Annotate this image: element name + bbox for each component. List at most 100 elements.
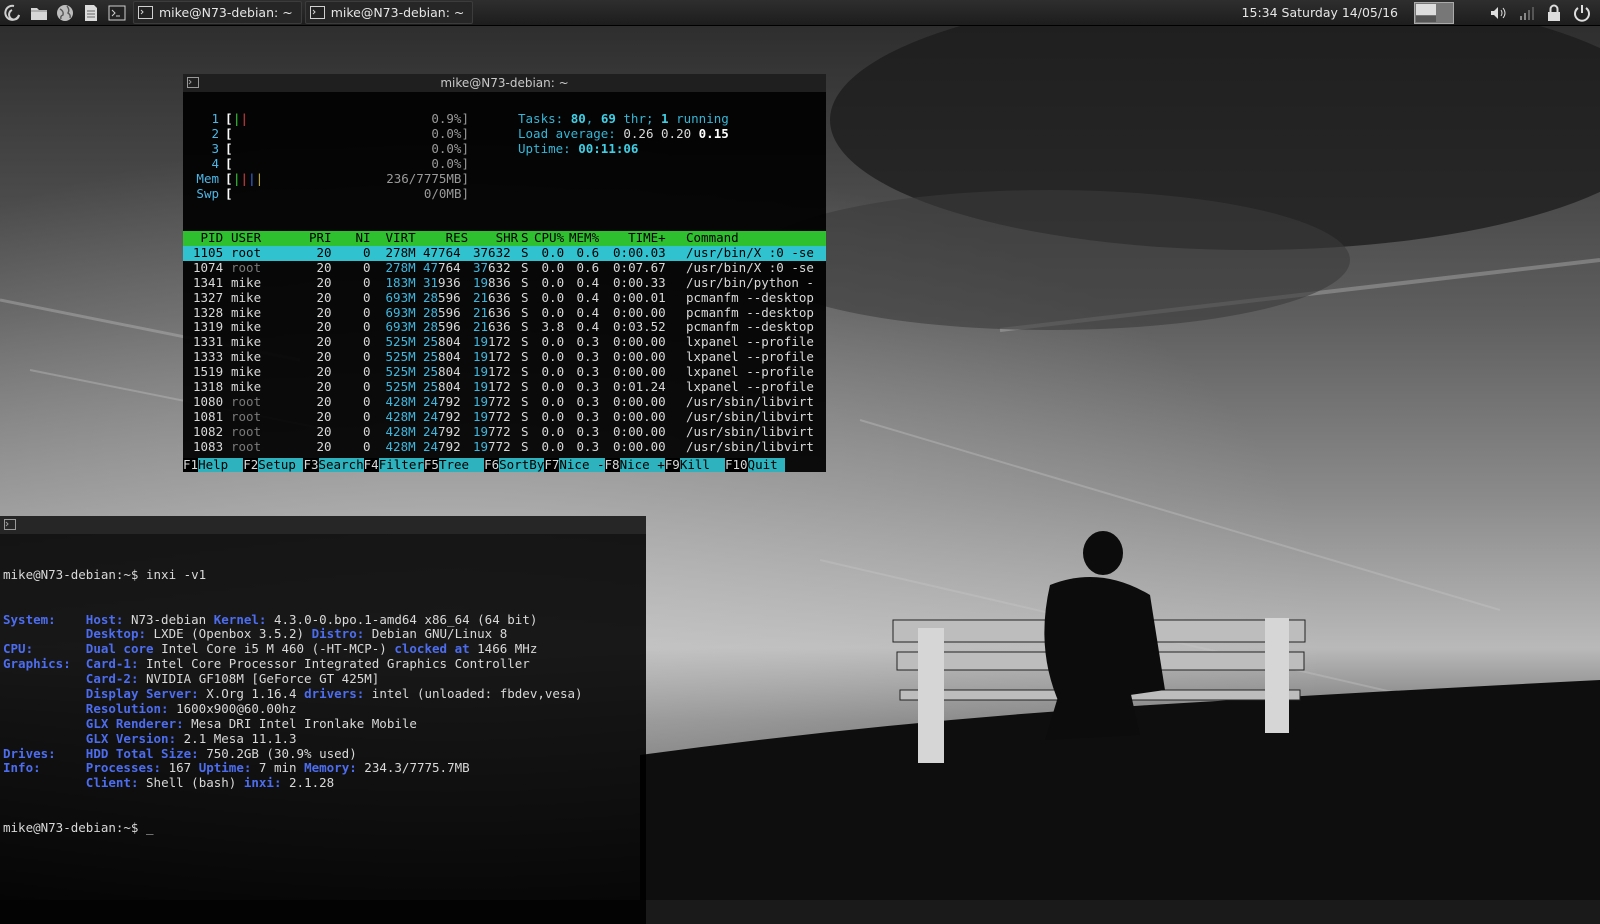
cell-pid: 1080 bbox=[193, 393, 224, 409]
column-header-s[interactable]: S bbox=[521, 230, 529, 246]
fkey-f4-button[interactable]: F4 Filter bbox=[363, 457, 424, 472]
cell-res_k: 24 bbox=[423, 438, 439, 454]
text-editor-launcher[interactable] bbox=[78, 0, 104, 25]
volume-button[interactable] bbox=[1488, 0, 1508, 25]
fkey-f3-button[interactable]: F3 Search bbox=[303, 457, 364, 472]
workspace-pager[interactable] bbox=[1414, 0, 1454, 25]
cell-shr: 632 bbox=[488, 259, 511, 275]
terminal-launcher[interactable] bbox=[104, 0, 130, 25]
column-header-shr[interactable]: SHR bbox=[473, 230, 519, 246]
column-header-user[interactable]: USER bbox=[231, 230, 291, 246]
lock-screen-button[interactable] bbox=[1544, 0, 1564, 25]
taskbar-button-terminal-1[interactable]: mike@N73-debian: ~ bbox=[133, 1, 302, 24]
inxi-key: GLX Renderer: bbox=[85, 715, 192, 731]
web-browser-launcher[interactable] bbox=[52, 0, 78, 25]
fkey-f2-button[interactable]: F2 Setup bbox=[243, 457, 304, 472]
cell-s: S bbox=[521, 334, 529, 350]
window-title: mike@N73-debian: ~ bbox=[440, 76, 569, 90]
inxi-key: HDD Total Size: bbox=[85, 745, 207, 761]
cell-time: 0:00.00 bbox=[613, 364, 666, 380]
fkey-label: Quit bbox=[747, 457, 786, 472]
cell-res: 764 bbox=[438, 244, 461, 260]
cell-res: 792 bbox=[438, 438, 461, 454]
cell-cmd: /usr/sbin/libvirt bbox=[686, 393, 814, 409]
cell-pri: 20 bbox=[316, 393, 332, 409]
fkey-f8-button[interactable]: F8 Nice + bbox=[604, 457, 665, 472]
process-row[interactable]: 1333 mike 20 0 525M 25 804 19 172 S 0.0 0.3 0:00.00 l… bbox=[183, 349, 826, 365]
fkey-f10-button[interactable]: F10 Quit bbox=[724, 457, 786, 472]
network-button[interactable] bbox=[1516, 0, 1536, 25]
htop-screen[interactable]: 1[|| 0.9%] 2[0.0%] 3[0.0%] 4[0.0%] Mem[|||| 23… bbox=[183, 92, 826, 472]
cell-pid: 1105 bbox=[193, 244, 224, 260]
shell-prompt[interactable]: mike@N73-debian:~$ _ bbox=[3, 820, 646, 836]
fkey-f7-button[interactable]: F7 Nice - bbox=[544, 457, 605, 472]
cell-virt: 183M bbox=[385, 274, 416, 290]
cell-shr_k: 21 bbox=[473, 304, 489, 320]
column-header-cpu[interactable]: CPU% bbox=[534, 230, 564, 246]
column-header-pri[interactable]: PRI bbox=[309, 230, 332, 246]
menu-button[interactable] bbox=[0, 0, 26, 25]
cell-cmd: lxpanel --profile bbox=[686, 334, 814, 350]
process-row[interactable]: 1328 mike 20 0 693M 28 596 21 636 S 0.0 0.4 0:00.00 p… bbox=[183, 304, 826, 321]
inxi-line: GLX Version: 2.1 Mesa 11.1.3 bbox=[3, 731, 646, 747]
inxi-key: Uptime: bbox=[198, 760, 259, 776]
column-header-time[interactable]: TIME+ bbox=[613, 230, 666, 246]
htop-terminal-window[interactable]: mike@N73-debian: ~ 1[|| 0.9%] 2[0.0%] 3[0.0… bbox=[183, 74, 826, 472]
cell-pri: 20 bbox=[316, 349, 332, 365]
fkey-f6-button[interactable]: F6 SortBy bbox=[484, 457, 545, 472]
window-titlebar[interactable]: mike@N73-debian: ~ bbox=[183, 74, 826, 92]
meter-value: 0.0%] bbox=[431, 140, 469, 156]
cell-ni: 0 bbox=[363, 379, 371, 394]
file-manager-launcher[interactable] bbox=[26, 0, 52, 25]
column-header-pid[interactable]: PID bbox=[193, 230, 224, 246]
process-row[interactable]: 1105 root 20 0 278M 47 764 37 632 S 0.0 0.6 0:00.03 /… bbox=[183, 244, 826, 261]
process-row[interactable]: 1318 mike 20 0 525M 25 804 19 172 S 0.0 0.3 0:01.24 l… bbox=[183, 379, 826, 395]
meter-value: 236/7775MB] bbox=[386, 170, 469, 186]
column-header-res[interactable]: RES bbox=[423, 230, 469, 246]
inxi-screen[interactable]: mike@N73-debian:~$ inxi -v1 System: Host… bbox=[0, 534, 646, 924]
taskbar-button-terminal-2[interactable]: mike@N73-debian: ~ bbox=[304, 1, 474, 24]
cell-mem: 0.4 bbox=[576, 289, 600, 305]
fkey-f5-button[interactable]: F5 Tree bbox=[423, 457, 485, 472]
cell-user: root bbox=[231, 438, 262, 454]
fkey-f9-button[interactable]: F9 Kill bbox=[664, 457, 725, 472]
process-row[interactable]: 1327 mike 20 0 693M 28 596 21 636 S 0.0 0.4 0:00.01 p… bbox=[183, 289, 826, 306]
window-titlebar[interactable] bbox=[0, 516, 646, 534]
inxi-terminal-window[interactable]: mike@N73-debian:~$ inxi -v1 System: Host… bbox=[0, 516, 646, 924]
cell-time: 0:00.01 bbox=[613, 289, 666, 305]
process-row[interactable]: 1080 root 20 0 428M 24 792 19 772 S 0.0 0.3 0:00.00 /… bbox=[183, 393, 826, 410]
cell-pid: 1083 bbox=[193, 438, 224, 454]
inxi-line: CPU: Dual core Intel Core i5 M 460 (-HT-… bbox=[3, 641, 646, 657]
cell-user: mike bbox=[231, 349, 262, 365]
process-row[interactable]: 1083 root 20 0 428M 24 792 19 772 S 0.0 0.3 0:00.00 /… bbox=[183, 438, 826, 455]
process-row[interactable]: 1082 root 20 0 428M 24 792 19 772 S 0.0 0.3 0:00.00 /… bbox=[183, 424, 826, 440]
meter-label: 4 bbox=[211, 155, 219, 171]
column-header-ni[interactable]: NI bbox=[348, 230, 371, 246]
process-row[interactable]: 1081 root 20 0 428M 24 792 19 772 S 0.0 0.3 0:00.00 /… bbox=[183, 408, 826, 425]
cell-pri: 20 bbox=[316, 319, 332, 335]
cell-ni: 0 bbox=[363, 349, 371, 365]
clock[interactable]: 15:34 Saturday 14/05/16 bbox=[1242, 5, 1398, 20]
column-header-cmd[interactable]: Command bbox=[686, 230, 822, 246]
cell-time: 0:01.24 bbox=[613, 379, 666, 394]
inxi-line: Resolution: 1600x900@60.00hz bbox=[3, 701, 646, 717]
cell-mem: 0.3 bbox=[576, 364, 600, 380]
cell-time: 0:03.52 bbox=[613, 319, 666, 335]
process-row[interactable]: 1519 mike 20 0 525M 25 804 19 172 S 0.0 0.3 0:00.00 l… bbox=[183, 364, 826, 380]
process-row[interactable]: 1331 mike 20 0 525M 25 804 19 172 S 0.0 0.3 0:00.00 l… bbox=[183, 334, 826, 350]
cell-s: S bbox=[521, 393, 529, 409]
cell-time: 0:00.03 bbox=[613, 244, 666, 260]
cell-user: root bbox=[231, 259, 262, 275]
process-row[interactable]: 1319 mike 20 0 693M 28 596 21 636 S 3.8 0.4 0:03.52 p… bbox=[183, 319, 826, 335]
process-table-header[interactable]: PID USER PRI NI VIRT RES SHR S CPU% MEM% TIME+ Comm… bbox=[183, 230, 826, 246]
process-row[interactable]: 1074 root 20 0 278M 47 764 37 632 S 0.0 0.6 0:07.67 /… bbox=[183, 259, 826, 276]
logout-button[interactable] bbox=[1572, 0, 1592, 25]
fkey-f1-button[interactable]: F1 Help bbox=[183, 457, 244, 472]
cell-cpu: 0.0 bbox=[541, 408, 565, 424]
process-row[interactable]: 1341 mike 20 0 183M 31 936 19 836 S 0.0 0.4 0:00.33 /… bbox=[183, 274, 826, 291]
inxi-key: Memory: bbox=[304, 760, 365, 776]
cell-s: S bbox=[521, 438, 529, 454]
column-header-mem[interactable]: MEM% bbox=[569, 230, 599, 246]
fkey-key: F7 bbox=[544, 457, 560, 472]
column-header-virt[interactable]: VIRT bbox=[378, 230, 416, 246]
